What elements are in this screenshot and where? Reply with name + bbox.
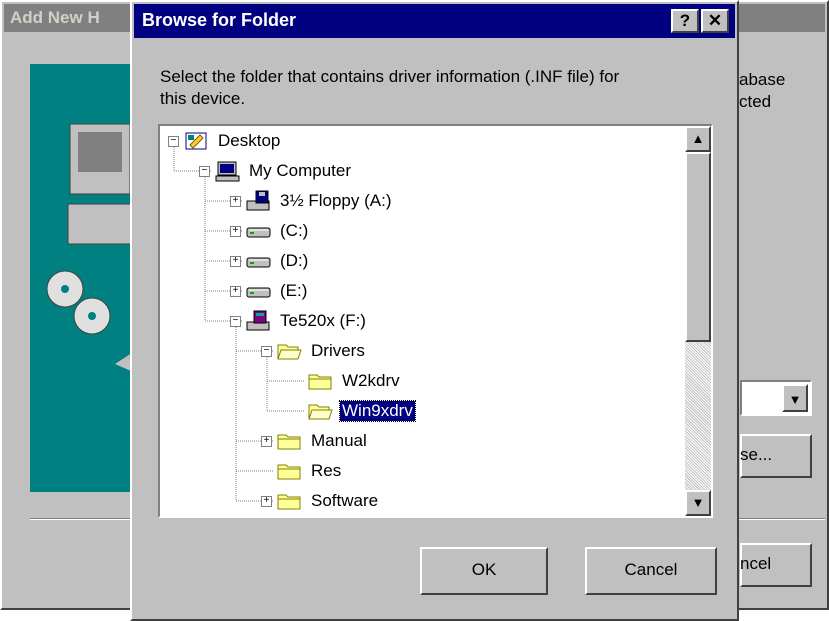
instructions-text: Select the folder that contains driver i… bbox=[160, 67, 620, 108]
expand-icon[interactable]: + bbox=[230, 286, 241, 297]
tree-item-label: Drivers bbox=[311, 341, 365, 360]
vertical-scrollbar[interactable]: ▲ ▼ bbox=[685, 126, 711, 516]
tree-item-label: (C:) bbox=[280, 221, 309, 240]
folder-icon bbox=[277, 494, 301, 510]
tree-item-label: Win9xdrv bbox=[339, 400, 416, 422]
wizard-illustration bbox=[30, 64, 139, 492]
cancel-button[interactable]: Cancel bbox=[585, 547, 717, 595]
collapse-icon[interactable]: − bbox=[168, 136, 179, 147]
expand-icon[interactable]: + bbox=[230, 226, 241, 237]
expand-icon[interactable]: + bbox=[230, 196, 241, 207]
floppy-drive-icon bbox=[246, 190, 270, 211]
tree-item[interactable]: My Computer bbox=[215, 158, 353, 184]
scroll-up-button[interactable]: ▲ bbox=[685, 126, 711, 152]
tree-item[interactable]: (E:) bbox=[246, 278, 309, 304]
expand-icon[interactable]: + bbox=[230, 256, 241, 267]
collapse-icon[interactable]: − bbox=[261, 346, 272, 357]
cdrom-drive-icon bbox=[246, 310, 270, 331]
folder-icon bbox=[277, 434, 301, 450]
tree-item[interactable]: Drivers bbox=[277, 338, 367, 364]
tree-item[interactable]: (D:) bbox=[246, 248, 310, 274]
help-button[interactable]: ? bbox=[671, 9, 699, 33]
expand-icon[interactable]: + bbox=[261, 436, 272, 447]
chevron-down-icon[interactable]: ▼ bbox=[782, 384, 808, 412]
expand-icon[interactable]: + bbox=[261, 496, 272, 507]
folder-open-icon bbox=[308, 404, 333, 420]
folder-icon bbox=[308, 374, 332, 390]
tree-item[interactable]: W2kdrv bbox=[308, 368, 402, 394]
tree-item[interactable]: 3½ Floppy (A:) bbox=[246, 188, 394, 214]
tree-item[interactable]: Manual bbox=[277, 428, 369, 454]
close-button[interactable]: ✕ bbox=[701, 9, 729, 33]
hard-drive-icon bbox=[246, 227, 271, 238]
tree-item-label: (E:) bbox=[280, 281, 308, 300]
folder-tree[interactable]: Desktop − My Computer − 3½ Floppy (A:) + (C:) +… bbox=[158, 124, 713, 518]
tree-item-label: Res bbox=[311, 461, 342, 480]
tree-item-label: My Computer bbox=[249, 161, 352, 180]
bg-browse-button[interactable]: se... bbox=[740, 434, 812, 478]
collapse-icon[interactable]: − bbox=[199, 166, 210, 177]
ok-button[interactable]: OK bbox=[420, 547, 548, 595]
tree-item-label: (D:) bbox=[280, 251, 309, 270]
tree-item[interactable]: Te520x (F:) bbox=[246, 308, 368, 334]
bg-cancel-button[interactable]: ncel bbox=[740, 543, 812, 587]
bg-combo-box[interactable]: ▼ bbox=[740, 380, 812, 416]
tree-item-label: Desktop bbox=[218, 131, 281, 150]
tree-item-label: Manual bbox=[311, 431, 367, 450]
bg-text-line: cted bbox=[739, 92, 772, 111]
desktop-icon bbox=[185, 132, 207, 150]
tree-item-label: 3½ Floppy (A:) bbox=[280, 191, 392, 210]
hard-drive-icon bbox=[246, 257, 271, 268]
tree-item[interactable]: Desktop bbox=[184, 128, 282, 154]
tree-item[interactable]: Win9xdrv bbox=[308, 398, 416, 424]
computer-icon bbox=[215, 161, 240, 182]
tree-item[interactable]: Software bbox=[277, 488, 380, 514]
bg-text-line: abase bbox=[739, 70, 786, 89]
dialog-title: Browse for Folder bbox=[142, 10, 297, 30]
bg-window-title: Add New H bbox=[10, 8, 100, 27]
tree-item-label: W2kdrv bbox=[342, 371, 400, 390]
browse-for-folder-dialog: Browse for Folder ? ✕ Select the folder … bbox=[130, 0, 739, 621]
tree-item[interactable]: Res bbox=[277, 458, 343, 484]
dialog-titlebar[interactable]: Browse for Folder ? ✕ bbox=[134, 4, 735, 38]
scroll-thumb[interactable] bbox=[685, 152, 711, 342]
hard-drive-icon bbox=[246, 287, 271, 298]
computer-cd-illustration-icon bbox=[46, 123, 139, 374]
scroll-down-button[interactable]: ▼ bbox=[685, 490, 711, 516]
tree-item-label: Software bbox=[311, 491, 379, 510]
folder-open-icon bbox=[277, 344, 302, 360]
tree-item-label: Te520x (F:) bbox=[280, 311, 366, 330]
collapse-icon[interactable]: − bbox=[230, 316, 241, 327]
folder-icon bbox=[277, 464, 301, 480]
tree-item[interactable]: (C:) bbox=[246, 218, 310, 244]
